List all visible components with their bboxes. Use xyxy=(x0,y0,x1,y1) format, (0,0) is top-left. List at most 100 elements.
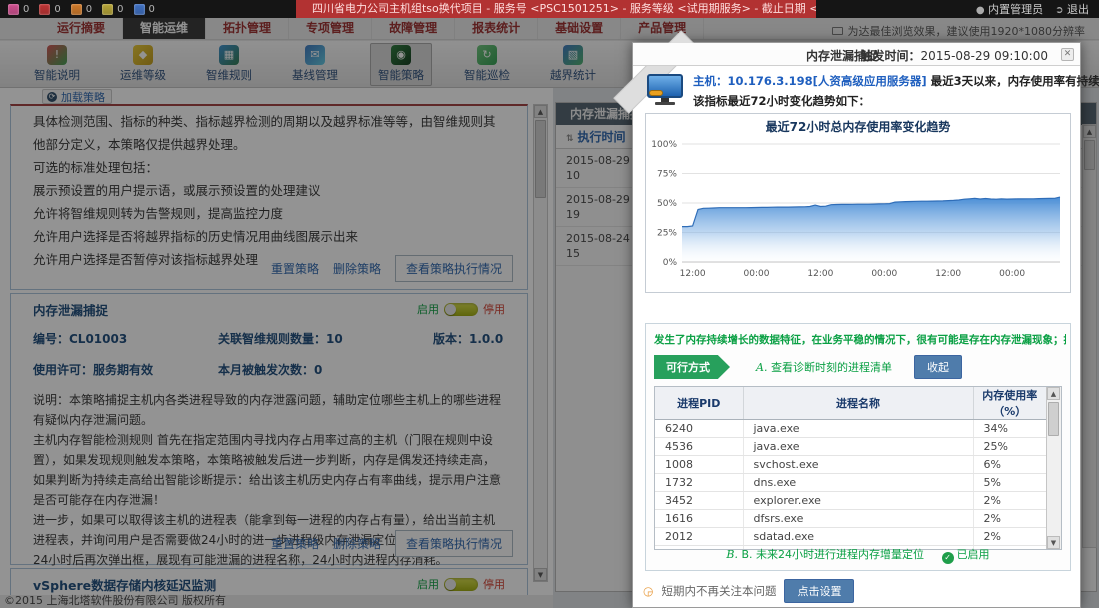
svg-text:25%: 25% xyxy=(657,229,677,239)
alarm-count: 0 xyxy=(23,4,29,15)
leak-warning-text: 发生了内存持续增长的数据特征，在业务平稳的情况下，很有可能是存在内存泄漏现象；提… xyxy=(654,332,1066,347)
scroll-thumb[interactable] xyxy=(1048,402,1059,436)
memory-trend-chart: 最近72小时总内存使用率变化趋势 0% 25% 50% 75% 100% 12:00 00:… xyxy=(645,113,1071,293)
host-text: 主机：10.176.3.198[人资高级应用服务器] 最近3天以来，内存使用率有… xyxy=(693,73,1070,109)
host-monitor-icon xyxy=(647,74,685,108)
logout-icon: ➲ xyxy=(1055,5,1063,16)
snooze-clock-icon: ◶ xyxy=(643,584,653,598)
pid-cell: 1616 xyxy=(655,510,743,528)
user-icon: ● xyxy=(976,5,985,16)
alarm-warning[interactable]: 0 xyxy=(102,4,123,15)
check-icon: ✓ xyxy=(942,552,954,564)
usage-cell: 2% xyxy=(973,528,1046,546)
logout-button[interactable]: ➲ 退出 xyxy=(1055,1,1089,17)
chart-title: 最近72小时总内存使用率变化趋势 xyxy=(646,118,1070,134)
alarm-minor-icon xyxy=(71,4,82,15)
col-header-usage[interactable]: 内存使用率（%） xyxy=(973,387,1046,420)
dialog-footer: ◶ 短期内不再关注本问题 点击设置 xyxy=(643,579,1070,603)
svg-text:00:00: 00:00 xyxy=(744,269,770,279)
usage-cell: 2% xyxy=(973,510,1046,528)
pid-cell: 1008 xyxy=(655,456,743,474)
alarm-info[interactable]: 0 xyxy=(134,4,155,15)
alarm-count: 0 xyxy=(54,4,60,15)
table-scrollbar[interactable]: ▲ ▼ xyxy=(1046,387,1061,549)
memory-trend-plot: 0% 25% 50% 75% 100% 12:00 00:00 12:00 00:00 12:00… xyxy=(646,134,1070,294)
dialog-header: 内存泄漏捕捉 触发时间：2015-08-29 09:10:00 ✕ xyxy=(633,43,1080,66)
usage-cell: 25% xyxy=(973,438,1046,456)
ignore-label: 短期内不再关注本问题 xyxy=(661,583,776,599)
memory-leak-dialog: 内存泄漏捕捉 触发时间：2015-08-29 09:10:00 ✕ 主机：10.… xyxy=(632,42,1081,608)
svg-text:00:00: 00:00 xyxy=(871,269,897,279)
alarm-major[interactable]: 0 xyxy=(39,4,60,15)
alarm-critical-icon xyxy=(8,4,19,15)
usage-cell: 2% xyxy=(973,492,1046,510)
screen: 00000 四川省电力公司主机组tso换代项目 - 服务号 <PSC150125… xyxy=(0,0,1099,608)
process-row[interactable]: 1008svchost.exe6% xyxy=(655,456,1046,474)
project-title: 四川省电力公司主机组tso换代项目 - 服务号 <PSC1501251> - 服… xyxy=(296,0,816,18)
name-cell: java.exe xyxy=(743,420,973,438)
host-link[interactable]: 主机：10.176.3.198[人资高级应用服务器] xyxy=(693,74,927,88)
name-cell: explorer.exe xyxy=(743,492,973,510)
process-table-header-row: 进程PID 进程名称 内存使用率（%） xyxy=(655,387,1046,420)
svg-text:00:00: 00:00 xyxy=(999,269,1025,279)
name-cell: dns.exe xyxy=(743,474,973,492)
alarm-indicators: 00000 xyxy=(0,4,296,15)
process-table-wrap: 进程PID 进程名称 内存使用率（%） 6240java.exe34%4536j… xyxy=(654,386,1062,550)
svg-text:12:00: 12:00 xyxy=(935,269,961,279)
pid-cell: 1732 xyxy=(655,474,743,492)
svg-text:12:00: 12:00 xyxy=(680,269,706,279)
alarm-count: 0 xyxy=(117,4,123,15)
enabled-label: 已启用 xyxy=(957,548,990,561)
svg-text:50%: 50% xyxy=(657,199,677,209)
pid-cell: 6240 xyxy=(655,420,743,438)
name-cell: sdatad.exe xyxy=(743,528,973,546)
trend-caption: 该指标最近72小时变化趋势如下： xyxy=(693,93,1070,109)
name-cell: java.exe xyxy=(743,438,973,456)
process-table: 进程PID 进程名称 内存使用率（%） 6240java.exe34%4536j… xyxy=(655,387,1046,550)
diagnosis-box: 发生了内存持续增长的数据特征，在业务平稳的情况下，很有可能是存在内存泄漏现象；提… xyxy=(645,323,1071,571)
usage-cell: 6% xyxy=(973,456,1046,474)
collapse-button[interactable]: 收起 xyxy=(914,355,962,379)
name-cell: svchost.exe xyxy=(743,456,973,474)
top-bar: 00000 四川省电力公司主机组tso换代项目 - 服务号 <PSC150125… xyxy=(0,0,1099,18)
trigger-time: 触发时间：2015-08-29 09:10:00 xyxy=(861,47,1048,64)
current-user[interactable]: ● 内置管理员 xyxy=(976,1,1043,17)
alarm-info-icon xyxy=(134,4,145,15)
alarm-warning-icon xyxy=(102,4,113,15)
process-row[interactable]: 1732dns.exe5% xyxy=(655,474,1046,492)
option-b-line: B. B. 未来24小时进行进程内存增量定位 ✓已启用 xyxy=(646,546,1070,564)
svg-text:100%: 100% xyxy=(651,140,677,150)
usage-cell: 34% xyxy=(973,420,1046,438)
process-row[interactable]: 3452explorer.exe2% xyxy=(655,492,1046,510)
process-row[interactable]: 6240java.exe34% xyxy=(655,420,1046,438)
option-a-label: A. 查看诊断时刻的进程清单 xyxy=(756,359,892,375)
alarm-major-icon xyxy=(39,4,50,15)
usage-cell: 5% xyxy=(973,474,1046,492)
host-summary: 主机：10.176.3.198[人资高级应用服务器] 最近3天以来，内存使用率有… xyxy=(647,73,1070,111)
monitor-base xyxy=(655,102,675,105)
svg-text:75%: 75% xyxy=(657,170,677,180)
feasible-actions-row: 可行方式 A. 查看诊断时刻的进程清单 收起 xyxy=(654,356,1062,378)
feasible-way-badge: 可行方式 xyxy=(654,355,730,379)
key-icon xyxy=(649,90,663,96)
process-row[interactable]: 2012sdatad.exe2% xyxy=(655,528,1046,546)
col-header-pid[interactable]: 进程PID xyxy=(655,387,743,420)
click-to-set-button[interactable]: 点击设置 xyxy=(784,579,854,603)
process-row[interactable]: 4536java.exe25% xyxy=(655,438,1046,456)
alarm-count: 0 xyxy=(149,4,155,15)
alarm-critical[interactable]: 0 xyxy=(8,4,29,15)
col-header-name[interactable]: 进程名称 xyxy=(743,387,973,420)
pid-cell: 2012 xyxy=(655,528,743,546)
scroll-up-arrow[interactable]: ▲ xyxy=(1047,387,1060,400)
name-cell: dfsrs.exe xyxy=(743,510,973,528)
option-a-text: 查看诊断时刻的进程清单 xyxy=(771,361,892,374)
pid-cell: 4536 xyxy=(655,438,743,456)
close-icon[interactable]: ✕ xyxy=(1061,48,1074,61)
alarm-minor[interactable]: 0 xyxy=(71,4,92,15)
option-b-text: B. 未来24小时进行进程内存增量定位 xyxy=(742,548,925,561)
svg-text:12:00: 12:00 xyxy=(807,269,833,279)
process-row[interactable]: 1616dfsrs.exe2% xyxy=(655,510,1046,528)
host-observation: 最近3天以来，内存使用率有持续增高现象。 xyxy=(927,74,1099,88)
svg-text:0%: 0% xyxy=(663,258,678,268)
pid-cell: 3452 xyxy=(655,492,743,510)
